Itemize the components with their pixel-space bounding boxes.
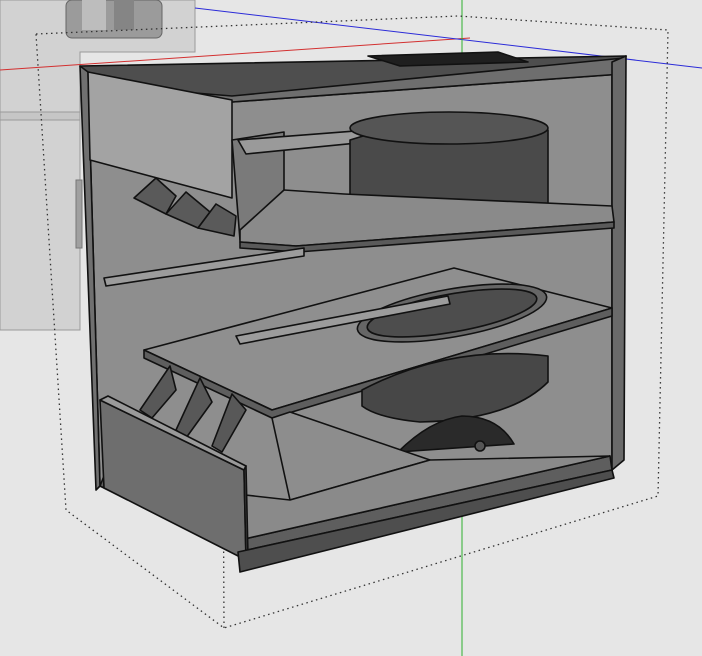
speaker-enclosure-model[interactable] bbox=[79, 51, 627, 573]
model-canvas[interactable] bbox=[0, 0, 702, 656]
sketchup-3d-viewport[interactable] bbox=[0, 0, 702, 656]
enclosure-right-panel bbox=[611, 55, 627, 471]
